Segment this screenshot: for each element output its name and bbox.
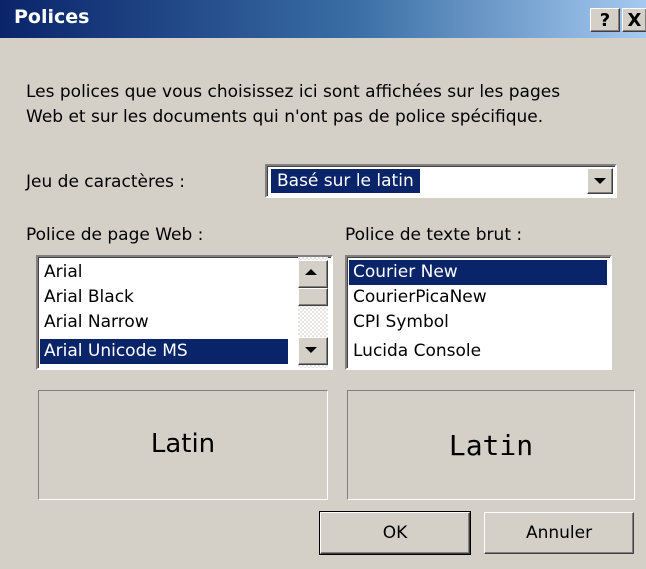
plain-font-preview: Latin [347,390,635,500]
list-item[interactable]: Lucida Console [349,339,485,364]
charset-label: Jeu de caractères : [26,172,186,192]
intro-line: Les polices que vous choisissez ici sont… [26,82,561,102]
list-item[interactable]: Arial [40,260,86,285]
close-button[interactable]: X [622,8,646,32]
title-bar[interactable]: Polices ? X [0,0,646,38]
list-item[interactable]: CourierPicaNew [349,285,491,310]
ok-button[interactable]: OK [319,511,471,555]
web-font-list[interactable]: Arial Arial Black Arial Narrow Arial Uni… [36,255,333,370]
charset-value: Basé sur le latin [271,169,420,193]
web-font-label: Police de page Web : [26,225,204,245]
list-item[interactable]: CPI Symbol [349,310,453,335]
web-font-preview: Latin [38,390,328,500]
intro-text: Les polices que vous choisissez ici sont… [26,80,646,130]
chevron-down-icon[interactable] [587,168,613,194]
web-preview-text: Latin [150,429,216,459]
plain-font-label: Police de texte brut : [345,225,523,245]
intro-line: Web et sur les documents qui n'ont pas d… [26,107,544,127]
help-button[interactable]: ? [590,8,620,32]
charset-dropdown[interactable]: Basé sur le latin [265,164,617,198]
list-item[interactable]: Arial Narrow [40,310,153,335]
scrollbar-thumb[interactable] [298,288,328,306]
dialog-title: Polices [14,6,90,28]
plain-font-list[interactable]: Courier New CourierPicaNew CPI Symbol Lu… [345,255,612,370]
scroll-up-arrow-icon[interactable] [298,260,328,288]
list-item[interactable]: Arial Unicode MS [40,339,288,364]
scroll-down-arrow-icon[interactable] [298,337,328,365]
list-item[interactable]: Courier New [349,260,607,285]
fonts-dialog: Polices ? X Les polices que vous choisis… [0,0,646,569]
cancel-button[interactable]: Annuler [484,512,634,554]
list-item[interactable]: Arial Black [40,285,138,310]
plain-preview-text: Latin [448,429,534,462]
